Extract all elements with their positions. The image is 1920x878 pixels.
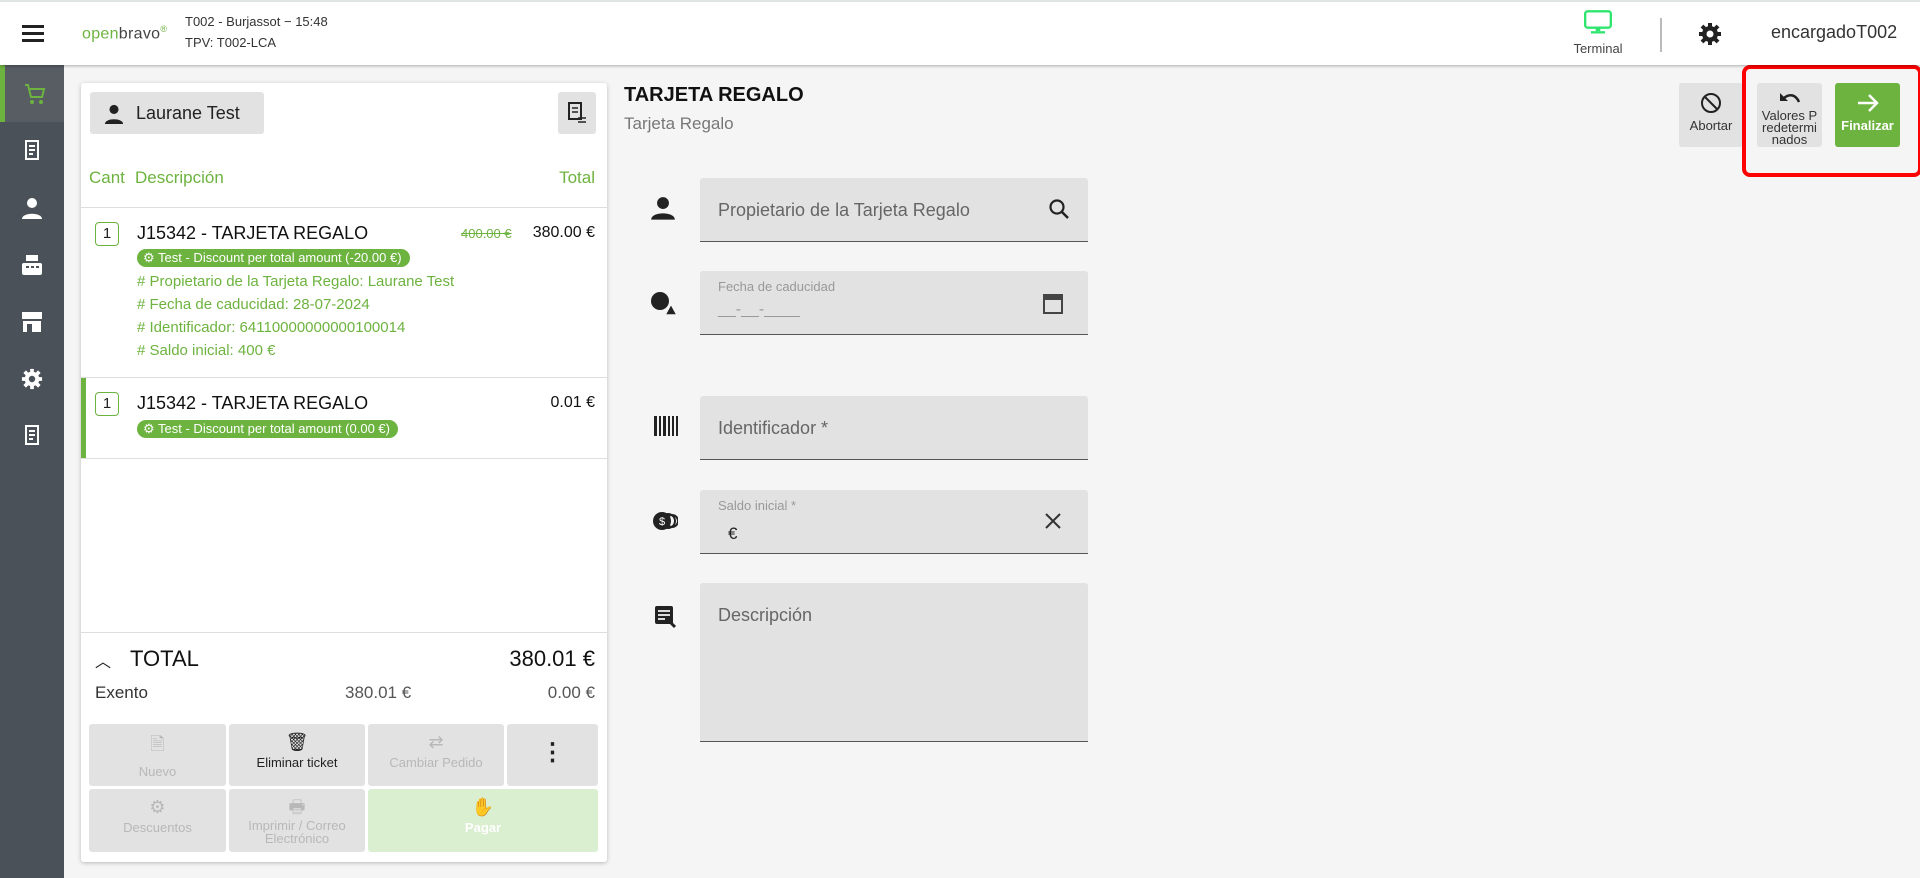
cart-icon [24, 83, 45, 104]
highlight-box [1742, 65, 1920, 177]
search-icon[interactable] [1048, 198, 1070, 220]
print-email-button[interactable]: 🖶 Imprimir / Correo Electrónico [229, 789, 365, 852]
description-icon [655, 606, 677, 629]
top-bar: openbravo® T002 - Burjassot − 15:48 TPV:… [0, 0, 1920, 65]
owner-placeholder: Propietario de la Tarjeta Regalo [718, 200, 970, 220]
svg-text:$: $ [659, 516, 665, 528]
trash-icon: 🗑 [285, 732, 309, 752]
delete-ticket-button[interactable]: 🗑 Eliminar ticket [229, 724, 365, 786]
change-order-button[interactable]: ⇄ Cambiar Pedido [368, 724, 504, 786]
discounts-button[interactable]: ⚙ Descuentos [89, 789, 226, 852]
openbravo-logo: openbravo® [82, 24, 168, 43]
more-vertical-icon: ⋮ [540, 739, 565, 766]
column-description: Descripción [135, 168, 224, 187]
receipt-icon [25, 424, 39, 445]
sidebar-item-orders[interactable] [0, 407, 64, 464]
line-attribute: # Identificador: 64110000000000100014 [137, 319, 406, 336]
tax-name: Exento [95, 683, 148, 702]
pay-hand-icon: ✋ [471, 797, 495, 817]
clear-icon[interactable] [1044, 512, 1062, 530]
sidebar-item-cart[interactable] [0, 65, 64, 122]
customer-button[interactable]: Laurane Test [90, 92, 264, 134]
user-name[interactable]: encargadoT002 [1771, 22, 1897, 43]
person-icon [651, 197, 675, 220]
balance-currency: € [728, 524, 738, 543]
tax-amount: 0.00 € [547, 683, 595, 702]
sidebar [0, 65, 64, 878]
more-options-button[interactable]: ⋮ [507, 724, 598, 786]
receipt-icon [25, 139, 39, 160]
balance-label: Saldo inicial * [718, 498, 797, 513]
new-ticket-button[interactable]: 🗎 Nuevo [89, 724, 226, 786]
page-title: TARJETA REGALO [624, 84, 804, 106]
line-qty: 1 [95, 392, 119, 416]
coins-icon: $ [653, 512, 678, 530]
abort-button[interactable]: Abortar [1679, 83, 1743, 147]
block-icon [1701, 93, 1721, 113]
swap-receipt-icon: ⇄ [428, 732, 444, 752]
description-field[interactable]: Descripción [700, 583, 1088, 742]
person-icon [104, 104, 124, 124]
terminal-label: Terminal [1573, 41, 1623, 56]
ticket-panel: Laurane Test Cant Descripción Total 1 J1… [81, 83, 607, 862]
line-product: J15342 - TARJETA REGALO [137, 223, 369, 243]
description-placeholder: Descripción [718, 605, 813, 625]
expiry-label: Fecha de caducidad [718, 279, 836, 294]
line-qty: 1 [95, 222, 119, 246]
printer-icon: 🖶 [288, 797, 306, 817]
line-attribute: # Saldo inicial: 400 € [137, 342, 276, 359]
monitor-icon [1584, 10, 1612, 34]
receipt-settings-icon [568, 102, 586, 123]
barcode-icon [654, 416, 678, 436]
sidebar-item-receipts[interactable] [0, 122, 64, 179]
line-old-price: 400.00 € [461, 226, 512, 241]
expiry-mask: __-__-____ [718, 301, 800, 318]
discount-badge: ⚙ Test - Discount per total amount (0.00… [137, 420, 398, 438]
ticket-line-selected[interactable]: 1 J15342 - TARJETA REGALO 0.01 € ⚙ Test … [81, 378, 607, 458]
total-label: TOTAL [130, 646, 199, 671]
terminal-button[interactable]: Terminal [1563, 10, 1633, 56]
calendar-icon[interactable] [1042, 291, 1064, 315]
column-total: Total [559, 168, 595, 187]
discount-icon: ⚙ [149, 797, 166, 817]
gift-card-owner-field[interactable]: Propietario de la Tarjeta Regalo [700, 178, 1088, 242]
store-icon [22, 311, 42, 332]
pay-button[interactable]: ✋ Pagar [368, 789, 598, 852]
divider [1660, 18, 1662, 52]
identifier-placeholder: Identificador * [718, 418, 829, 438]
sidebar-item-settings[interactable] [0, 350, 64, 407]
line-price: 380.00 € [532, 224, 595, 241]
line-product: J15342 - TARJETA REGALO [137, 393, 369, 413]
gear-icon[interactable] [1698, 22, 1722, 51]
ticket-properties-button[interactable] [558, 92, 596, 134]
column-qty: Cant [89, 168, 125, 187]
new-receipt-icon: 🗎 [150, 734, 165, 754]
ticket-line[interactable]: 1 J15342 - TARJETA REGALO 400.00 € 380.0… [81, 208, 607, 378]
discount-badge: ⚙ Test - Discount per total amount (-20.… [137, 249, 410, 267]
expiry-warning-icon [651, 292, 676, 316]
tax-base: 380.01 € [345, 683, 412, 702]
terminal-info: TPV: T002-LCA [185, 35, 277, 50]
menu-icon[interactable] [22, 24, 44, 47]
page-subtitle: Tarjeta Regalo [624, 114, 734, 133]
total-amount: 380.01 € [509, 646, 595, 671]
store-info: T002 - Burjassot − 15:48 [185, 14, 328, 29]
chevron-up-icon[interactable]: ︿ [95, 648, 111, 672]
line-attribute: # Propietario de la Tarjeta Regalo: Laur… [137, 273, 455, 290]
expiry-date-field[interactable]: Fecha de caducidad __-__-____ [700, 271, 1088, 335]
initial-balance-field[interactable]: Saldo inicial * € [700, 490, 1088, 554]
customer-name: Laurane Test [136, 103, 240, 123]
line-price: 0.01 € [550, 394, 595, 411]
sidebar-item-store[interactable] [0, 293, 64, 350]
identifier-field[interactable]: Identificador * [700, 396, 1088, 460]
gear-icon [21, 368, 43, 389]
person-icon [22, 197, 42, 219]
sidebar-item-customers[interactable] [0, 179, 64, 236]
line-attribute: # Fecha de caducidad: 28-07-2024 [137, 296, 370, 313]
sidebar-item-cash[interactable] [0, 236, 64, 293]
cash-register-icon [22, 254, 42, 275]
